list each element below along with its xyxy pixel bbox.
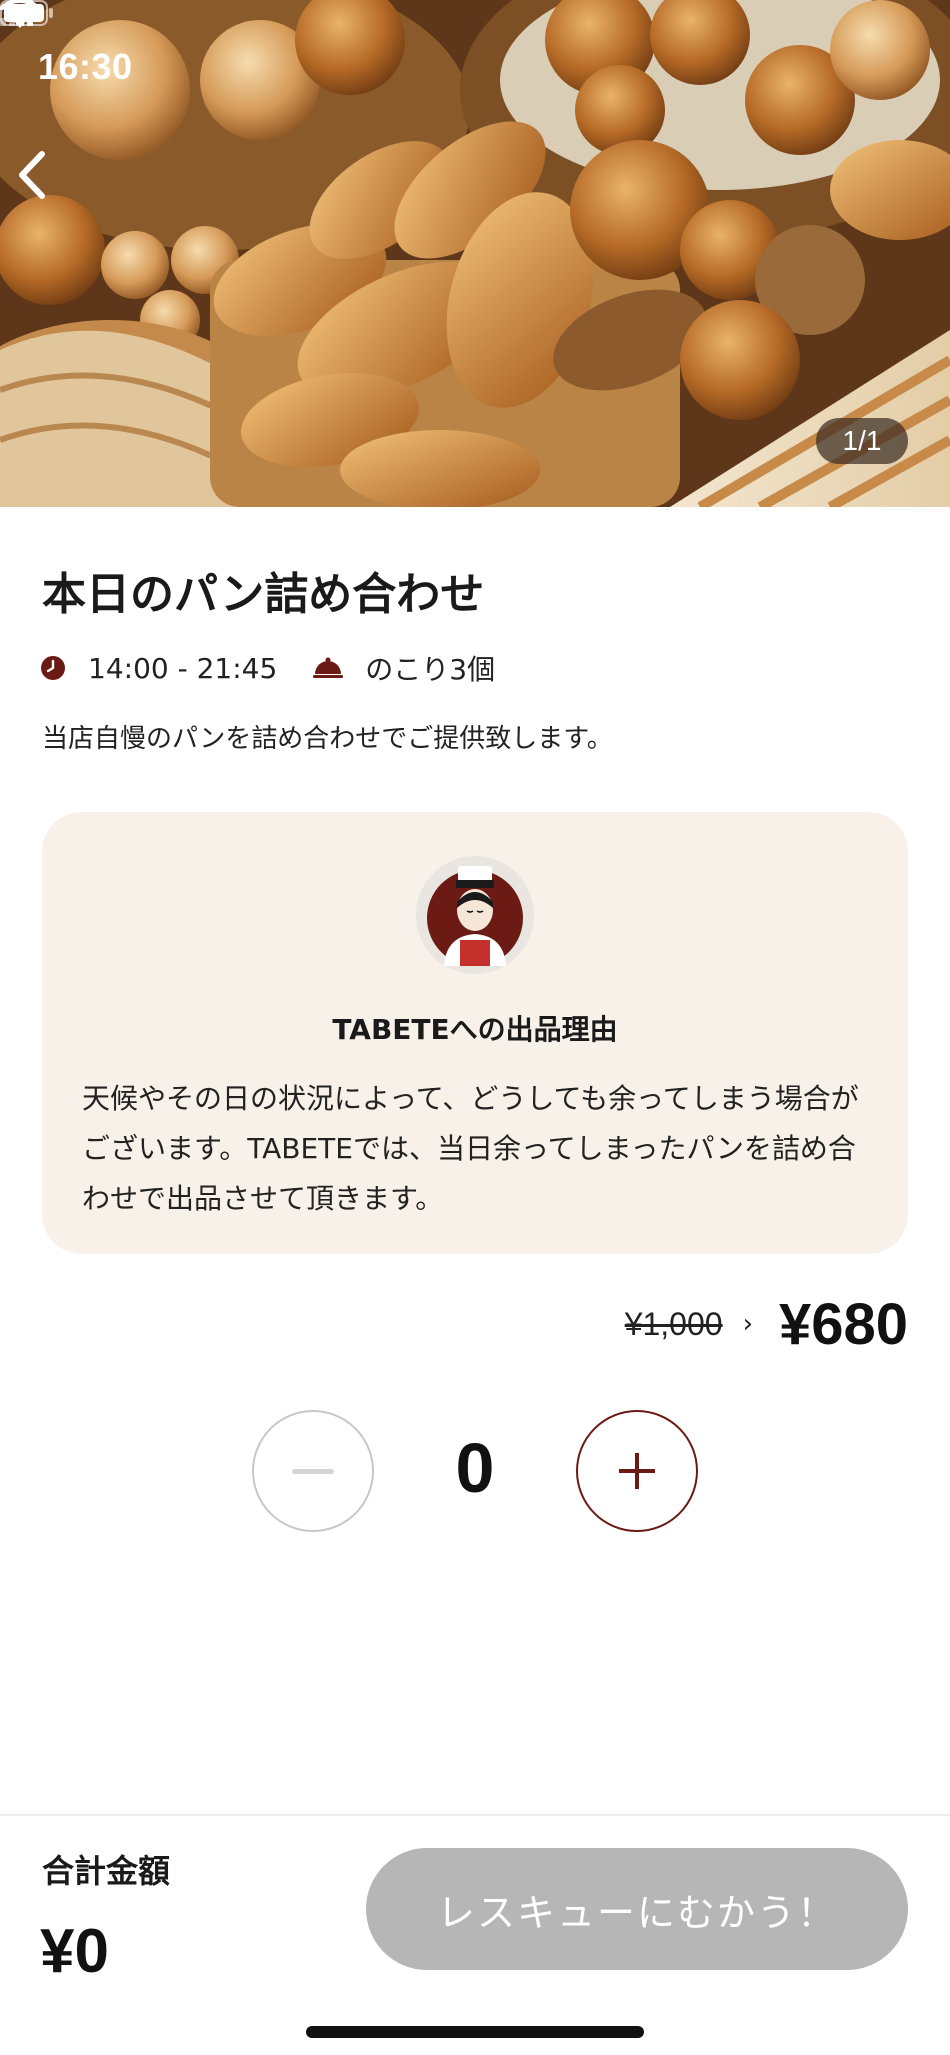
- original-price: ¥1,000: [624, 1305, 723, 1342]
- pickup-time-range: 14:00 - 21:45: [88, 651, 278, 685]
- food-dome-icon: [313, 657, 344, 678]
- price-arrow-icon: ›: [742, 1309, 753, 1339]
- image-counter-badge: 1/1: [816, 418, 908, 464]
- clock-icon: [41, 656, 65, 680]
- quantity-stepper: 0: [252, 1410, 698, 1534]
- product-hero-image[interactable]: 16:30 1/1: [0, 0, 950, 507]
- reason-body: 天候やその日の状況によって、どうしても余ってしまう場合がございます。TABETE…: [82, 1082, 859, 1215]
- status-time: 16:30: [38, 46, 133, 87]
- product-detail-page: 16:30 1/1 本日のパン詰め合わせ 14:00 - 21:45 のこり3個…: [0, 0, 950, 2055]
- home-indicator[interactable]: [306, 2026, 644, 2038]
- status-bar: 16:30: [0, 0, 950, 130]
- listing-reason-card: TABETEへの出品理由 天候やその日の状況によって、どうしても余ってしまう場合…: [42, 812, 908, 1254]
- battery-icon: [0, 0, 53, 26]
- chevron-left-icon: [19, 151, 45, 199]
- checkout-bar: 合計金額 ¥0 レスキューにむかう！: [0, 1814, 950, 2055]
- product-description: 当店自慢のパンを詰め合わせでご提供致します。: [42, 724, 613, 754]
- shop-avatar: [416, 856, 534, 974]
- reason-title: TABETEへの出品理由: [332, 1013, 618, 1046]
- product-meta: 14:00 - 21:45 のこり3個: [40, 648, 495, 688]
- minus-icon: [292, 1468, 334, 1474]
- price-row: ¥1,000 › ¥680: [625, 1284, 908, 1364]
- plus-icon: [619, 1453, 655, 1489]
- total-label: 合計金額: [42, 1852, 171, 1890]
- rescue-button[interactable]: レスキューにむかう！: [366, 1848, 908, 1970]
- chef-avatar-icon: [416, 856, 534, 974]
- remaining-count: のこり3個: [365, 653, 496, 686]
- increase-quantity-button[interactable]: [576, 1410, 698, 1532]
- back-button[interactable]: [14, 150, 74, 210]
- decrease-quantity-button[interactable]: [252, 1410, 374, 1532]
- quantity-value: 0: [455, 1429, 495, 1507]
- product-title: 本日のパン詰め合わせ: [42, 569, 485, 620]
- total-value: ¥0: [40, 1917, 109, 1986]
- sale-price: ¥680: [778, 1291, 908, 1357]
